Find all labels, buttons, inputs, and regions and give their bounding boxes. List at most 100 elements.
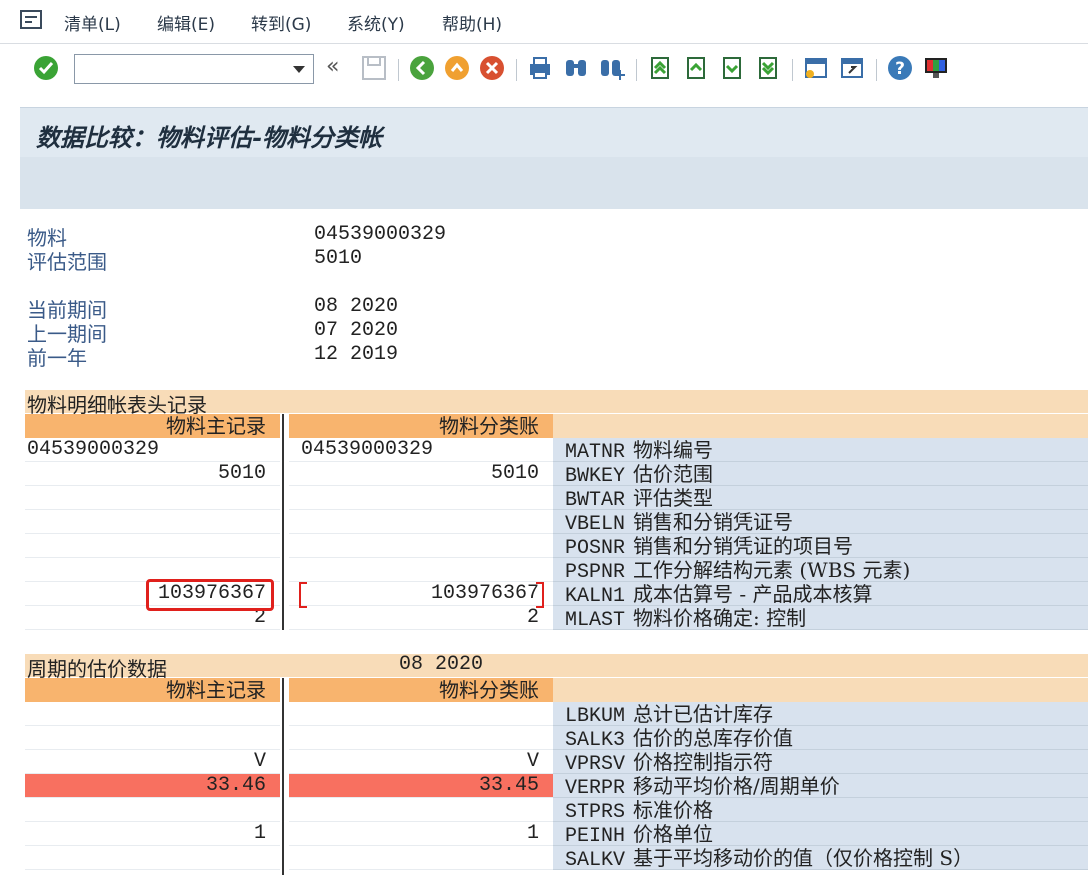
material-ledger-value: 5010 <box>289 462 553 486</box>
material-ledger-value <box>289 846 553 870</box>
column-divider <box>282 678 284 875</box>
field-code: LBKUM <box>565 705 626 726</box>
material-ledger-value: 2 <box>289 606 553 630</box>
material-ledger-value: 1 <box>289 822 553 846</box>
field-description: VERPR 移动平均价格/周期单价 <box>553 774 1088 798</box>
previous-year-value: 12 2019 <box>314 343 399 366</box>
field-name: 移动平均价格/周期单价 <box>633 774 840 798</box>
field-description: VPRSV 价格控制指示符 <box>553 750 1088 774</box>
dropdown-arrow-icon[interactable] <box>293 66 305 73</box>
material-value: 04539000329 <box>314 223 447 246</box>
command-field[interactable] <box>74 54 314 84</box>
field-code: VBELN <box>565 513 626 534</box>
find-icon[interactable] <box>562 54 590 82</box>
field-code: BWKEY <box>565 465 626 486</box>
selection-bracket-left <box>299 582 307 608</box>
material-master-value: V <box>25 750 280 774</box>
page-title: 数据比较：物料评估-物料分类帐 <box>36 123 382 152</box>
first-page-icon[interactable] <box>646 54 674 82</box>
field-name: 标准价格 <box>633 798 714 822</box>
chevron-left-icon[interactable]: « <box>326 54 339 79</box>
field-description: SALK3 估价的总库存价值 <box>553 726 1088 750</box>
title-bar: 数据比较：物料评估-物料分类帐 <box>20 107 1088 157</box>
material-master-value <box>25 534 280 558</box>
menu-edit[interactable]: 编辑(E) <box>157 10 215 35</box>
field-code: KALN1 <box>565 585 626 606</box>
field-name: 估价范围 <box>633 462 714 486</box>
field-description: MLAST 物料价格确定: 控制 <box>553 606 1088 630</box>
selection-bracket-right <box>536 582 544 608</box>
save-icon[interactable] <box>360 54 388 82</box>
menu-toggle-icon[interactable] <box>20 10 44 30</box>
field-description: BWKEY 估价范围 <box>553 462 1088 486</box>
field-code: VPRSV <box>565 753 626 774</box>
cancel-icon[interactable] <box>478 54 506 82</box>
material-master-value: 1 <box>25 822 280 846</box>
field-description: KALN1 成本估算号 - 产品成本核算 <box>553 582 1088 606</box>
field-description: PSPNR 工作分解结构元素 (WBS 元素) <box>553 558 1088 582</box>
previous-period-value: 07 2020 <box>314 319 399 342</box>
field-name: 基于平均移动价的值（仅价格控制 S） <box>633 846 974 870</box>
last-page-icon[interactable] <box>754 54 782 82</box>
column-divider <box>282 414 284 630</box>
material-master-value <box>25 798 280 822</box>
field-description: SALKV 基于平均移动价的值（仅价格控制 S） <box>553 846 1088 870</box>
field-description: STPRS 标准价格 <box>553 798 1088 822</box>
field-code: VERPR <box>565 777 626 798</box>
material-ledger-value <box>289 702 553 726</box>
material-ledger-value: V <box>289 750 553 774</box>
column-header-material-ledger: 物料分类账 <box>289 414 553 438</box>
column-header-spacer <box>553 678 1088 702</box>
prev-page-icon[interactable] <box>682 54 710 82</box>
material-master-value: 5010 <box>25 462 280 486</box>
layout-icon[interactable] <box>922 54 950 82</box>
field-code: MATNR <box>565 441 626 462</box>
back-icon[interactable] <box>408 54 436 82</box>
menu-help[interactable]: 帮助(H) <box>442 10 502 35</box>
material-ledger-value <box>289 798 553 822</box>
material-ledger-value <box>289 534 553 558</box>
field-code: STPRS <box>565 801 626 822</box>
highlight-box <box>146 579 274 611</box>
field-code: SALK3 <box>565 729 626 750</box>
field-name: 总计已估计库存 <box>633 702 774 726</box>
print-icon[interactable] <box>526 54 554 82</box>
field-name: 估价的总库存价值 <box>633 726 794 750</box>
material-master-value <box>25 486 280 510</box>
shortcut-icon[interactable] <box>838 54 866 82</box>
field-name: 工作分解结构元素 (WBS 元素) <box>633 558 911 582</box>
field-description: LBKUM 总计已估计库存 <box>553 702 1088 726</box>
field-description: MATNR 物料编号 <box>553 438 1088 462</box>
section-header-period-valuation: 周期的估价数据 08 2020 <box>25 653 1088 681</box>
exit-icon[interactable] <box>443 54 471 82</box>
new-session-icon[interactable] <box>802 54 830 82</box>
field-name: 销售和分销凭证的项目号 <box>633 534 854 558</box>
column-header-material-ledger: 物料分类账 <box>289 678 553 702</box>
material-master-value: 04539000329 <box>25 438 280 462</box>
field-description: POSNR 销售和分销凭证的项目号 <box>553 534 1088 558</box>
material-ledger-value: 33.45 <box>289 774 553 798</box>
column-header-spacer <box>553 414 1088 438</box>
menu-list[interactable]: 清单(L) <box>64 10 121 35</box>
menu-system[interactable]: 系统(Y) <box>347 10 405 35</box>
field-code: PEINH <box>565 825 626 846</box>
find-next-icon[interactable] <box>598 54 626 82</box>
field-code: SALKV <box>565 849 626 870</box>
field-code: PSPNR <box>565 561 626 582</box>
section-header-ledger-record: 物料明细帐表头记录 <box>25 390 1088 417</box>
field-description: PEINH 价格单位 <box>553 822 1088 846</box>
check-icon[interactable] <box>32 54 60 82</box>
material-ledger-value <box>289 510 553 534</box>
menu-goto[interactable]: 转到(G) <box>251 10 311 35</box>
field-name: 销售和分销凭证号 <box>633 510 794 534</box>
field-code: MLAST <box>565 609 626 630</box>
material-ledger-value <box>289 486 553 510</box>
toolbar: « ? <box>0 45 1088 93</box>
help-icon[interactable]: ? <box>886 54 914 82</box>
field-code: POSNR <box>565 537 626 558</box>
valuation-area-value: 5010 <box>314 247 363 270</box>
material-master-value <box>25 726 280 750</box>
previous-year-label: 前一年 <box>27 346 87 370</box>
material-ledger-value: 04539000329 <box>289 438 553 462</box>
next-page-icon[interactable] <box>718 54 746 82</box>
